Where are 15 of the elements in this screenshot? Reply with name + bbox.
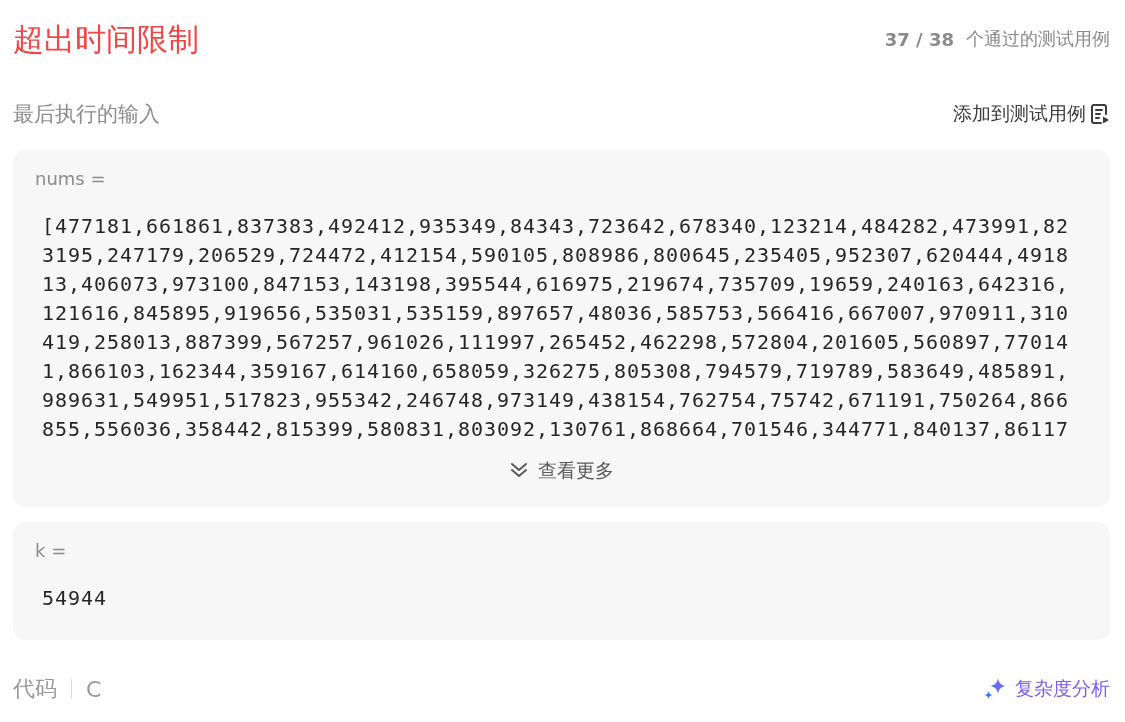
- section-title: 最后执行的输入: [13, 101, 160, 128]
- code-title: 代码: [13, 675, 57, 703]
- input-label: k =: [35, 539, 67, 563]
- language-label: C: [86, 676, 102, 702]
- status-title: 超出时间限制: [13, 20, 199, 59]
- input-label: nums =: [35, 167, 106, 191]
- show-more-button[interactable]: 查看更多: [509, 457, 614, 483]
- input-value: 54944: [42, 585, 107, 612]
- pass-count-label: 个通过的测试用例: [966, 27, 1110, 51]
- complexity-analysis-button[interactable]: 复杂度分析: [983, 676, 1110, 702]
- pass-count: 37 / 38: [884, 28, 954, 50]
- input-value: [477181,661861,837383,492412,935349,84343,723642,678340,123214,484282,473991,823195,247179,206529,724472,412154,590105,808986,800645,235405,952307,620444,491813,406073,973100,847153,143198,395544,616975,219674,735709,19659,240163,642316,121616,845895,919656,535031,535159,897657,48036,585753,566416,667007,970911,310419,258013,887399,567257,961026,111997,265452,462298,572804,201605,560897,770141,866103,162344,359167,614160,658059,326275,805308,794579,719789,583649,485891,989631,549951,517823,955342,246748,973149,438154,762754,75742,671191,750264,866855,556036,358442,815399,580831,803092,130761,868664,701546,344771,840137,86117: [42, 213, 1071, 443]
- double-chevron-down-icon: [509, 462, 528, 478]
- document-play-icon: [1090, 103, 1110, 125]
- add-testcase-button[interactable]: 添加到测试用例: [953, 101, 1110, 127]
